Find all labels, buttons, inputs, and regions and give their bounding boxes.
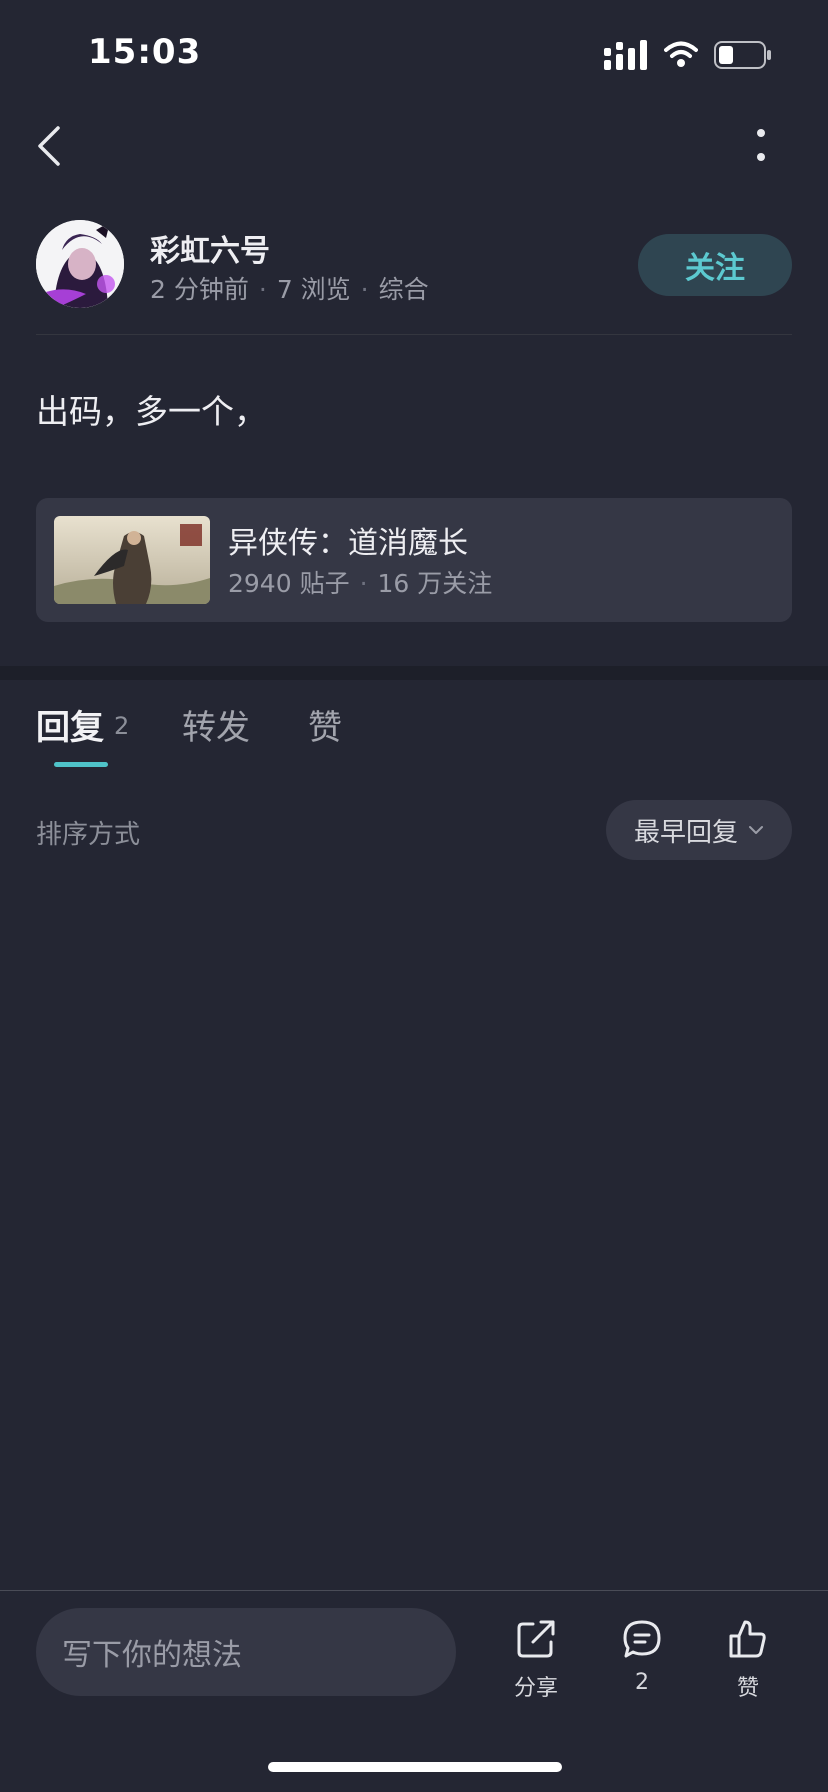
meta-separator: · [258,275,267,304]
follow-button[interactable]: 关注 [638,234,792,296]
signal-icon [604,40,647,70]
divider [36,334,792,335]
game-thumbnail [54,516,210,604]
game-title: 异侠传：道消魔长 [228,526,468,561]
game-followers-count: 16 万关注 [377,569,493,598]
game-posts-count: 2940 贴子 [228,569,350,598]
tab-reply[interactable]: 回复 [36,700,104,749]
back-icon[interactable] [34,124,64,168]
status-time: 15:03 [88,32,202,72]
battery-icon [714,41,771,69]
tab-like[interactable]: 赞 [308,700,342,749]
reply-count-badge: 2 [114,712,130,740]
meta-separator: · [360,275,369,304]
post-time: 2 分钟前 [150,275,249,304]
wifi-icon [664,41,698,67]
comment-button[interactable]: 2 [602,1618,682,1695]
author-name[interactable]: 彩虹六号 [150,226,270,270]
bottom-bar-divider [0,1590,828,1591]
home-indicator[interactable] [268,1762,562,1772]
sort-label: 排序方式 [36,820,141,850]
share-label: 分享 [513,1676,558,1701]
tab-forward[interactable]: 转发 [182,700,250,749]
chevron-down-icon [749,826,763,834]
like-label: 赞 [736,1676,759,1701]
post-views: 7 浏览 [276,275,351,304]
section-separator [0,666,828,680]
avatar[interactable] [36,220,124,308]
more-options-icon[interactable] [754,128,768,162]
thumbs-up-icon [729,1620,766,1658]
sort-dropdown[interactable]: 最早回复 [606,800,792,860]
post-meta: 2 分钟前 · 7 浏览 · 综合 [150,270,429,306]
game-card[interactable]: 异侠传：道消魔长 2940 贴子 · 16 万关注 [36,498,792,622]
comment-count: 2 [635,1670,649,1695]
active-tab-indicator [54,762,108,767]
post-content: 出码，多一个， [36,392,267,431]
comment-icon [623,1620,661,1658]
post-category[interactable]: 综合 [379,275,429,304]
share-button[interactable]: 分享 [496,1618,576,1702]
share-icon [517,1620,555,1658]
comment-input[interactable]: 写下你的想法 [36,1608,456,1696]
game-stats: 2940 贴子 · 16 万关注 [228,564,492,600]
sort-value: 最早回复 [633,817,738,848]
like-button[interactable]: 赞 [708,1618,788,1702]
meta-separator: · [359,569,368,598]
